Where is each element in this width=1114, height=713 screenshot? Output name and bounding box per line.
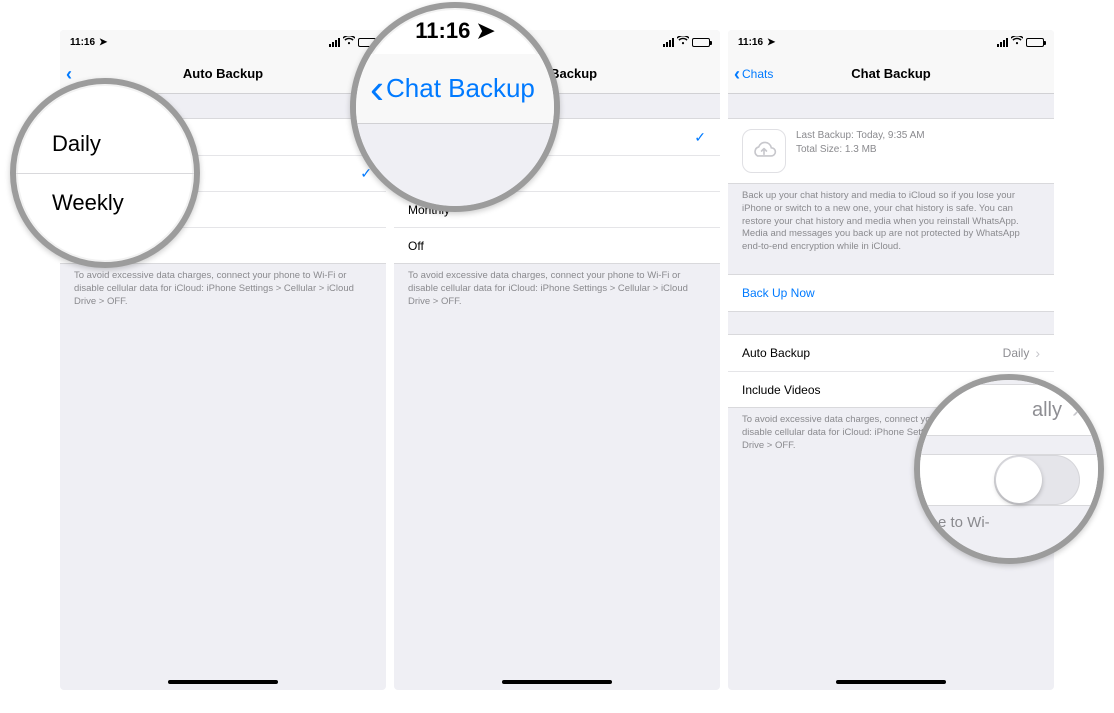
footer-note: To avoid excessive data charges, connect… [394,264,720,314]
back-up-now-button[interactable]: Back Up Now [728,275,1054,311]
magnified-note-partial: e to Wi- [920,506,1098,539]
status-time: 11:16 [70,37,95,48]
magnifier-daily-weekly: Daily Weekly [10,78,200,268]
back-label: Chats [742,67,773,81]
magnifier-chat-backup-nav: 11:16 ➤ ‹ Chat Backup [350,2,560,212]
back-button[interactable]: ‹ Chats [728,65,773,83]
status-time: 11:16 [738,37,763,48]
home-indicator[interactable] [502,680,612,684]
wifi-icon [1011,36,1023,48]
magnifier-include-videos-toggle: ally › e to Wi- [914,374,1104,564]
checkmark-icon: ✓ [694,129,706,146]
chevron-right-icon: › [1035,345,1040,361]
battery-icon [692,38,710,47]
cellular-signal-icon [997,38,1008,47]
chevron-left-icon: ‹ [370,68,384,110]
wifi-icon [677,36,689,48]
footer-note: To avoid excessive data charges, connect… [60,264,386,314]
wifi-icon [343,36,355,48]
last-backup-text: Last Backup: Today, 9:35 AM [796,129,925,143]
chevron-left-icon: ‹ [734,65,740,83]
cellular-signal-icon [329,38,340,47]
location-services-icon: ➤ [476,18,494,44]
total-size-text: Total Size: 1.3 MB [796,143,925,157]
backup-now-section: Back Up Now [728,274,1054,312]
nav-bar: ‹ Chats Chat Backup [728,54,1054,94]
screen-chat-backup: 11:16 ➤ ‹ Chats Chat Backup [728,30,1054,690]
magnified-include-videos-toggle[interactable] [994,455,1080,505]
back-button[interactable]: ‹ [60,65,74,83]
battery-icon [1026,38,1044,47]
magnified-option-daily[interactable]: Daily [16,115,194,173]
location-services-icon: ➤ [99,37,107,48]
magnified-status-time: 11:16 [415,18,470,44]
nav-title: Chat Backup [728,66,1054,81]
magnified-option-weekly[interactable]: Weekly [16,173,194,231]
home-indicator[interactable] [168,680,278,684]
option-off[interactable]: Off [394,227,720,263]
magnified-back-label: Chat Backup [386,73,535,104]
magnified-toggle-row [920,454,1098,506]
status-bar: 11:16 ➤ [728,30,1054,54]
backup-description: Back up your chat history and media to i… [728,184,1054,260]
auto-backup-row[interactable]: Auto Backup Daily › [728,335,1054,371]
cloud-upload-icon [742,129,786,173]
home-indicator[interactable] [836,680,946,684]
cellular-signal-icon [663,38,674,47]
status-bar: 11:16 ➤ [60,30,386,54]
magnified-back-button[interactable]: ‹ Chat Backup [356,54,554,124]
backup-info-section: Last Backup: Today, 9:35 AM Total Size: … [728,118,1054,184]
chevron-left-icon: ‹ [66,65,72,83]
location-services-icon: ➤ [767,37,775,48]
